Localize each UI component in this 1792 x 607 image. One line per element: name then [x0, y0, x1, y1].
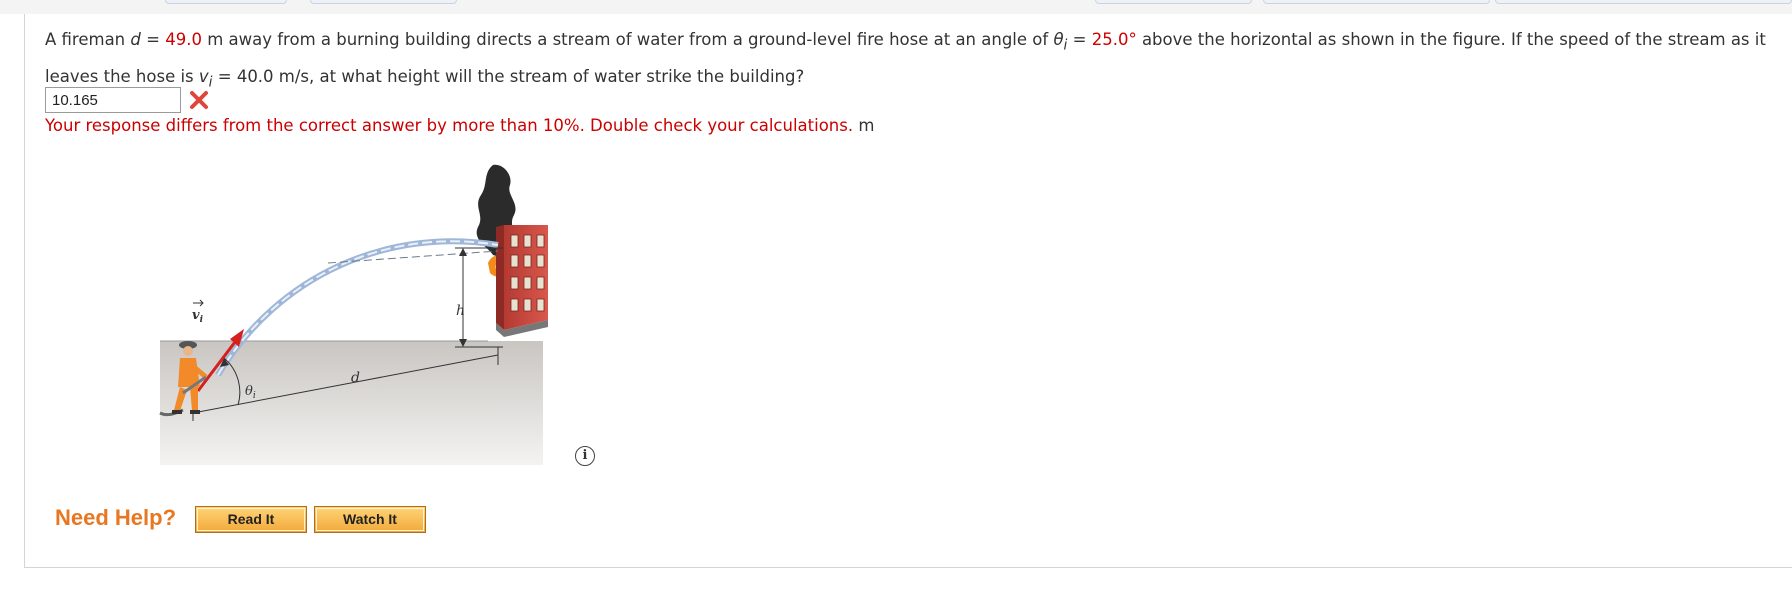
theta-sub: i [253, 391, 256, 401]
question-text: A fireman d = 49.0 m away from a burning… [45, 24, 1785, 99]
d-value: 49.0 [165, 30, 202, 49]
feedback-text: Your response differs from the correct a… [45, 116, 854, 135]
h-label: h [456, 303, 465, 319]
info-icon[interactable]: i [575, 446, 595, 466]
toolbar-button-stub[interactable] [1095, 0, 1252, 4]
d-symbol: d [130, 30, 141, 49]
theta-letter: θ [245, 384, 253, 399]
answer-unit: m [853, 116, 875, 135]
v-label: vi [192, 308, 204, 325]
toolbar-button-stub[interactable] [1495, 0, 1792, 4]
read-it-button[interactable]: Read It [195, 506, 307, 533]
vector-arrow-mark [193, 299, 204, 307]
building [496, 225, 548, 337]
top-toolbar-strip [0, 0, 1792, 14]
answer-input[interactable] [45, 87, 181, 113]
v-sub: i [200, 315, 204, 325]
toolbar-button-stub[interactable] [165, 0, 287, 4]
toolbar-button-stub[interactable] [310, 0, 457, 4]
v-symbol: v [198, 67, 209, 87]
watch-it-button[interactable]: Watch It [314, 506, 426, 533]
read-it-label: Read It [197, 508, 305, 531]
x-mark-icon [190, 91, 208, 109]
equals-sign: = [1067, 30, 1092, 49]
watch-it-label: Watch It [316, 508, 424, 531]
theta-symbol: θ [1053, 30, 1064, 49]
toolbar-button-stub[interactable] [1263, 0, 1490, 4]
question-text-part: A fireman [45, 30, 131, 49]
question-text-part: m away from a burning building directs a… [201, 30, 1054, 49]
projectile-figure: h d θi vi [159, 164, 548, 465]
need-help-label: Need Help? [55, 505, 177, 530]
feedback-message: Your response differs from the correct a… [45, 116, 874, 135]
theta-value: 25.0° [1091, 30, 1137, 49]
ground [160, 340, 543, 465]
equals-sign: = [140, 30, 166, 49]
question-text-part: = 40.0 m/s, at what height will the stre… [212, 67, 805, 87]
d-label: d [351, 370, 360, 386]
